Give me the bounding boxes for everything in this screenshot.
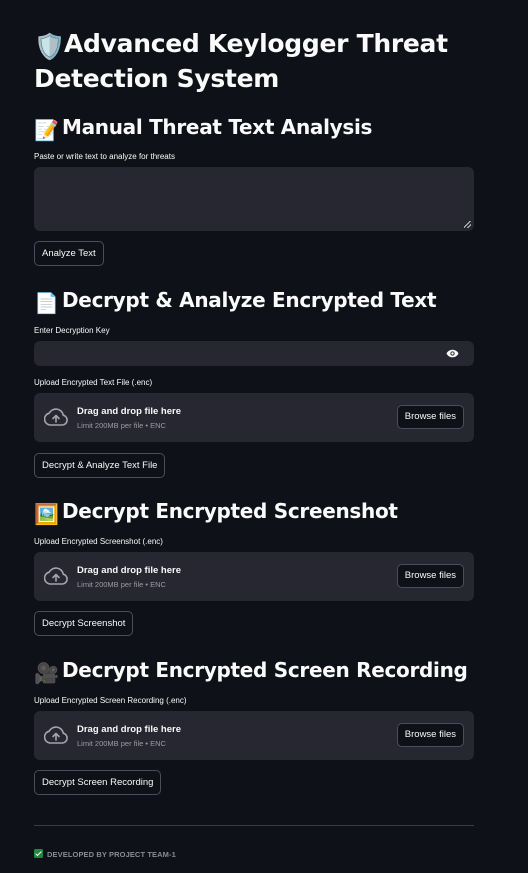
cloud-upload-icon [44,408,68,426]
dropzone-title: Drag and drop file here [77,724,181,735]
manual-analysis-heading-text: Manual Threat Text Analysis [62,115,373,139]
upload-screenshot-label: Upload Encrypted Screenshot (.enc) [34,537,163,546]
dropzone-limit: Limit 200MB per file • ENC [77,580,166,589]
decrypt-recording-button[interactable]: Decrypt Screen Recording [34,770,162,795]
shield-icon: 🛡️ [34,32,65,61]
text-file-dropzone[interactable]: Drag and drop file here Limit 200MB per … [34,393,474,442]
footer: DEVELOPED BY PROJECT TEAM-1 [34,849,176,860]
decrypt-analyze-text-button[interactable]: Decrypt & Analyze Text File [34,453,166,478]
memo-icon: 📝 [34,118,59,142]
page-icon: 📄 [34,291,59,315]
decrypt-screenshot-heading-text: Decrypt Encrypted Screenshot [62,499,398,523]
browse-files-button[interactable]: Browse files [396,723,464,747]
checkbox-icon [34,849,43,858]
resize-handle-icon[interactable] [464,221,471,228]
upload-text-file-label: Upload Encrypted Text File (.enc) [34,378,153,387]
dropzone-title: Drag and drop file here [77,406,181,417]
decrypt-text-heading-text: Decrypt & Analyze Encrypted Text [62,288,437,312]
decrypt-recording-heading: 🎥 Decrypt Encrypted Screen Recording [34,657,494,686]
decrypt-screenshot-heading: 🖼️ Decrypt Encrypted Screenshot [34,498,494,527]
recording-dropzone[interactable]: Drag and drop file here Limit 200MB per … [34,711,474,760]
decrypt-screenshot-button[interactable]: Decrypt Screenshot [34,611,134,636]
cloud-upload-icon [44,726,68,744]
footer-text: DEVELOPED BY PROJECT TEAM-1 [47,850,176,859]
page-title-text: Advanced Keylogger Threat Detection Syst… [34,29,448,93]
main-container: 🛡️Advanced Keylogger Threat Detection Sy… [0,0,528,873]
footer-divider [34,825,474,826]
movie-camera-icon: 🎥 [34,661,59,685]
decrypt-recording-heading-text: Decrypt Encrypted Screen Recording [62,658,468,682]
picture-icon: 🖼️ [34,502,59,526]
analyze-text-button[interactable]: Analyze Text [34,241,104,266]
eye-icon[interactable] [446,348,459,359]
threat-text-input[interactable] [34,167,474,231]
browse-files-button[interactable]: Browse files [396,405,464,429]
decryption-key-input[interactable] [34,341,474,366]
threat-text-label: Paste or write text to analyze for threa… [34,152,175,161]
manual-analysis-heading: 📝 Manual Threat Text Analysis [34,114,494,143]
dropzone-title: Drag and drop file here [77,565,181,576]
cloud-upload-icon [44,567,68,585]
decrypt-text-heading: 📄 Decrypt & Analyze Encrypted Text [34,287,494,316]
dropzone-limit: Limit 200MB per file • ENC [77,739,166,748]
page-title: 🛡️Advanced Keylogger Threat Detection Sy… [34,28,474,95]
screenshot-dropzone[interactable]: Drag and drop file here Limit 200MB per … [34,552,474,601]
dropzone-limit: Limit 200MB per file • ENC [77,421,166,430]
upload-recording-label: Upload Encrypted Screen Recording (.enc) [34,696,187,705]
browse-files-button[interactable]: Browse files [396,564,464,588]
decryption-key-label: Enter Decryption Key [34,326,110,335]
